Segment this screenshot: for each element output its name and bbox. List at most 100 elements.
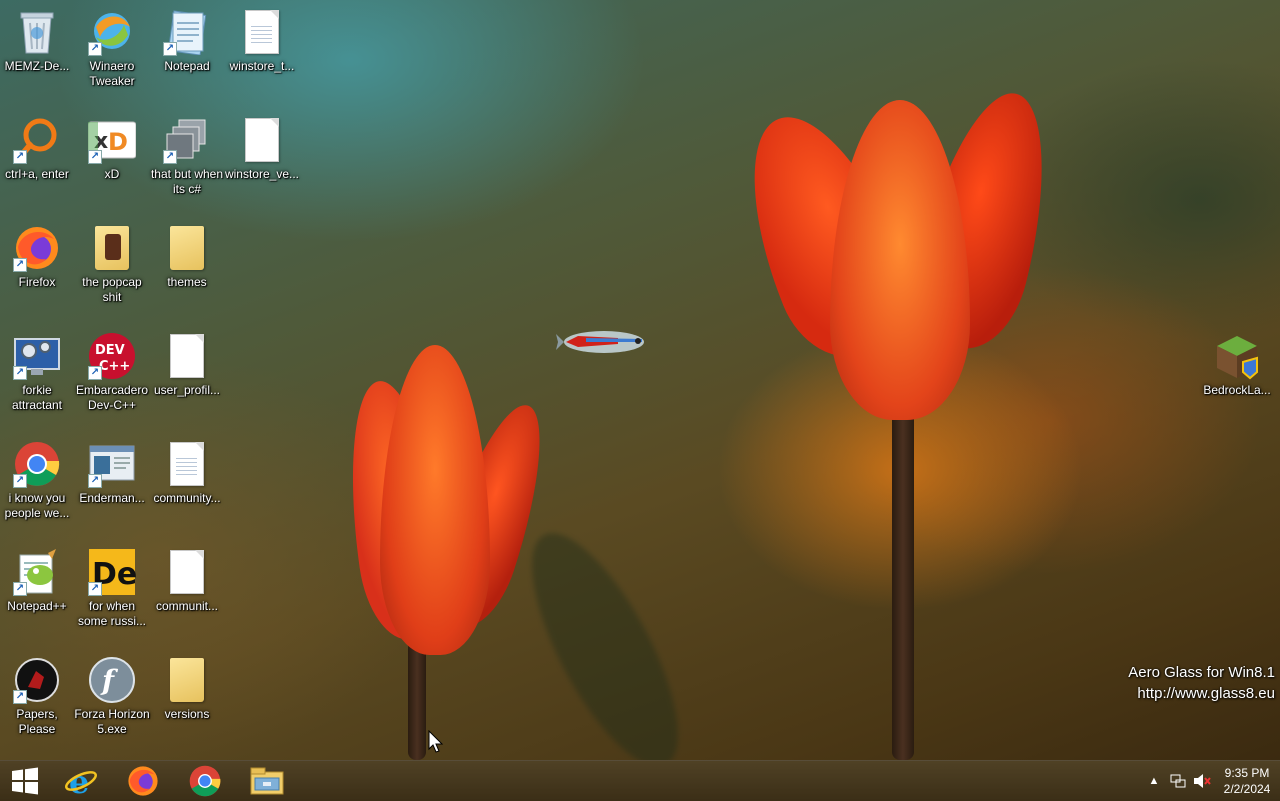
show-hidden-icons-button[interactable]: ▲ — [1142, 761, 1166, 801]
desktop-icon-forza-horizon[interactable]: f Forza Horizon 5.exe — [74, 656, 150, 737]
shortcut-arrow-icon: ↗ — [13, 582, 27, 596]
icon-label: community... — [153, 491, 221, 505]
watermark-line-2: http://www.glass8.eu — [1137, 685, 1275, 702]
recycle-bin-icon — [13, 8, 61, 56]
taskbar-chrome[interactable] — [176, 761, 234, 801]
icon-label: themes — [167, 275, 207, 289]
desktop-icon-bedrockla[interactable]: BedrockLa... — [1200, 332, 1274, 398]
folder-icon — [163, 656, 211, 704]
svg-text:C++: C++ — [99, 359, 130, 374]
aero-glass-watermark: Aero Glass for Win8.1 http://www.glass8.… — [1128, 662, 1275, 704]
desktop-icon-notepad[interactable]: ↗ Notepad — [150, 8, 224, 74]
desktop-icon-winstore-ve[interactable]: winstore_ve... — [225, 116, 299, 182]
magnifier-icon: ↗ — [13, 116, 61, 164]
shortcut-arrow-icon: ↗ — [13, 258, 27, 272]
icon-label: i know you people we... — [4, 491, 70, 520]
shortcut-arrow-icon: ↗ — [163, 42, 177, 56]
volume-muted-icon[interactable] — [1190, 761, 1214, 801]
desktop-icon-versions[interactable]: versions — [150, 656, 224, 722]
network-icon[interactable] — [1166, 761, 1190, 801]
icon-label: MEMZ-De... — [4, 59, 70, 73]
desktop-icon-notepadpp[interactable]: ↗ Notepad++ — [0, 548, 74, 614]
desktop-icon-devcpp[interactable]: DEV C++ ↗ Embarcadero Dev-C++ — [75, 332, 149, 413]
hxd-icon: xD ↗ — [88, 116, 136, 164]
devcpp-icon: DEV C++ ↗ — [88, 332, 136, 380]
blank-file-icon — [238, 116, 286, 164]
desktop-icon-themes[interactable]: themes — [150, 224, 224, 290]
desktop[interactable]: MEMZ-De... ↗ ctrl+a, enter ↗ Firefox ↗ f… — [0, 0, 1280, 760]
shortcut-arrow-icon: ↗ — [88, 150, 102, 164]
desktop-icon-user-profil[interactable]: user_profil... — [150, 332, 224, 398]
desktop-icon-community-2[interactable]: communit... — [150, 548, 224, 614]
icon-label: for when some russi... — [77, 599, 146, 628]
shortcut-arrow-icon: ↗ — [13, 474, 27, 488]
icon-label: Notepad++ — [7, 599, 67, 613]
shortcut-arrow-icon: ↗ — [88, 42, 102, 56]
desktop-icon-papers-please[interactable]: ↗ Papers, Please — [0, 656, 74, 737]
taskbar-internet-explorer[interactable]: e — [52, 761, 110, 801]
shortcut-arrow-icon: ↗ — [13, 690, 27, 704]
taskbar: e ▲ 9:35 PM 2/2/2024 — [0, 760, 1280, 801]
desktop-icon-enderman[interactable]: ↗ Enderman... — [75, 440, 149, 506]
icon-label: BedrockLa... — [1203, 383, 1271, 397]
icon-label: that but when its c# — [150, 167, 224, 196]
shortcut-arrow-icon: ↗ — [13, 366, 27, 380]
desktop-icon-chrome[interactable]: ↗ i know you people we... — [0, 440, 74, 521]
icon-label: xD — [104, 167, 120, 181]
winaero-icon: ↗ — [88, 8, 136, 56]
desktop-icon-winstore-t[interactable]: winstore_t... — [225, 8, 299, 74]
blank-file-icon — [163, 332, 211, 380]
windows-logo-icon — [12, 767, 38, 795]
svg-text:e: e — [69, 764, 89, 798]
icon-label: the popcap shit — [82, 275, 142, 304]
monitor-gear-icon: ↗ — [13, 332, 61, 380]
shortcut-arrow-icon: ↗ — [88, 366, 102, 380]
text-file-icon — [163, 440, 211, 488]
icon-label: Embarcadero Dev-C++ — [75, 383, 149, 412]
text-file-icon — [238, 8, 286, 56]
taskbar-file-explorer[interactable] — [238, 761, 296, 801]
icon-label: winstore_t... — [229, 59, 295, 73]
desktop-icon-that-but-when-its-csharp[interactable]: ↗ that but when its c# — [150, 116, 224, 197]
neon-tetra-fish — [556, 331, 644, 353]
desktop-icon-for-when-some-russi[interactable]: De ↗ for when some russi... — [75, 548, 149, 629]
desktop-icon-winaero-tweaker[interactable]: ↗ Winaero Tweaker — [75, 8, 149, 89]
icon-label: Enderman... — [79, 491, 145, 505]
icon-label: communit... — [155, 599, 218, 613]
de-icon: De ↗ — [88, 548, 136, 596]
desktop-icon-firefox[interactable]: ↗ Firefox — [0, 224, 74, 290]
minecraft-block-icon — [1213, 332, 1261, 380]
window-thumbnail-icon: ↗ — [88, 440, 136, 488]
chrome-icon — [189, 765, 221, 797]
clock-time: 9:35 PM — [1224, 766, 1270, 780]
blank-file-icon — [163, 548, 211, 596]
icon-label: Notepad — [164, 59, 210, 73]
desktop-icon-xd[interactable]: xD ↗ xD — [75, 116, 149, 182]
icon-label: winstore_ve... — [224, 167, 300, 181]
shortcut-arrow-icon: ↗ — [163, 150, 177, 164]
start-button[interactable] — [0, 761, 50, 801]
desktop-icon-popcap[interactable]: the popcap shit — [75, 224, 149, 305]
desktop-icon-community-1[interactable]: community... — [150, 440, 224, 506]
desktop-icon-memz[interactable]: MEMZ-De... — [0, 8, 74, 74]
notepad-icon: ↗ — [163, 8, 211, 56]
taskbar-firefox[interactable] — [114, 761, 172, 801]
chrome-icon: ↗ — [13, 440, 61, 488]
system-tray: ▲ 9:35 PM 2/2/2024 — [1142, 761, 1280, 801]
taskbar-clock[interactable]: 9:35 PM 2/2/2024 — [1214, 765, 1280, 797]
icon-label: user_profil... — [153, 383, 221, 397]
icon-label: Papers, Please — [16, 707, 58, 736]
shortcut-arrow-icon: ↗ — [88, 582, 102, 596]
folder-icon — [163, 224, 211, 272]
folder-icon — [88, 224, 136, 272]
papers-please-icon: ↗ — [13, 656, 61, 704]
internet-explorer-icon: e — [65, 764, 97, 798]
icon-label: ctrl+a, enter — [5, 167, 69, 181]
svg-text:DEV: DEV — [95, 343, 125, 358]
windows-stack-icon: ↗ — [163, 116, 211, 164]
firefox-icon — [128, 766, 158, 796]
desktop-icon-forkie-attractant[interactable]: ↗ forkie attractant — [0, 332, 74, 413]
icon-label: Firefox — [18, 275, 56, 289]
desktop-icon-ctrl-a-enter[interactable]: ↗ ctrl+a, enter — [0, 116, 74, 182]
icon-label: forkie attractant — [11, 383, 63, 412]
